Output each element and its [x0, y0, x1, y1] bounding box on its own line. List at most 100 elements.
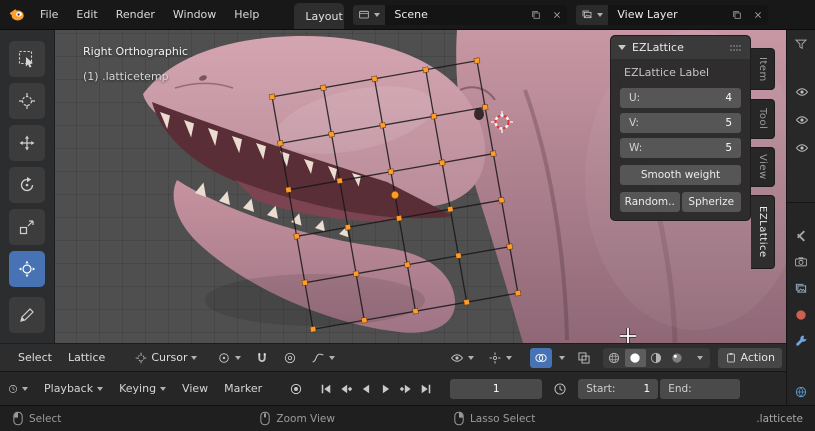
shading-material-button[interactable] [646, 349, 667, 367]
marker-menu[interactable]: Marker [216, 382, 270, 395]
view-layer-unlink-button[interactable] [747, 5, 768, 25]
overlays-dropdown[interactable] [553, 348, 567, 368]
tab-tool[interactable]: Tool [751, 99, 775, 139]
scene-new-button[interactable] [525, 5, 546, 25]
blender-icon [8, 6, 25, 23]
properties-tab-render[interactable] [794, 255, 808, 269]
xray-icon [577, 351, 591, 365]
visibility-eye-toggle[interactable] [795, 141, 809, 155]
u-field[interactable]: U: 4 [620, 88, 741, 108]
view-layer-browse-button[interactable] [576, 4, 609, 25]
tool-move-button[interactable] [9, 125, 45, 161]
render-icon [794, 255, 808, 269]
action-editor-button[interactable]: Action [717, 347, 782, 368]
scene-browse-button[interactable] [353, 4, 386, 25]
play-icon [379, 382, 393, 396]
proportional-editing-toggle[interactable] [279, 348, 301, 368]
jump-to-start-button[interactable] [316, 379, 336, 398]
tool-transform-button[interactable] [9, 251, 45, 287]
auto-keying-toggle[interactable] [286, 379, 306, 398]
grip-icon [729, 43, 743, 53]
view-layer-name-field[interactable]: View Layer [608, 8, 726, 21]
overlays-toggle[interactable] [529, 347, 552, 368]
shading-dropdown[interactable] [688, 349, 709, 367]
shading-rendered-button[interactable] [667, 349, 688, 367]
cursor-pivot-icon [135, 352, 147, 364]
u-value: 4 [725, 92, 732, 104]
mouse-left-icon [12, 411, 24, 426]
scene-name-field[interactable]: Scene [385, 8, 525, 21]
view-menu[interactable]: View [174, 382, 216, 395]
frame-end-field[interactable]: End: [660, 378, 741, 399]
play-button[interactable] [376, 379, 396, 398]
snap-target-dropdown[interactable] [213, 348, 245, 368]
menu-help[interactable]: Help [225, 0, 268, 30]
tool-annotate-button[interactable] [9, 297, 45, 333]
play-reverse-button[interactable] [356, 379, 376, 398]
preview-range-toggle[interactable] [550, 379, 570, 398]
properties-tab-tool[interactable] [794, 229, 808, 243]
properties-tab-modifiers[interactable] [794, 334, 808, 348]
tab-ezlattice[interactable]: EZLattice [751, 195, 775, 269]
falloff-dropdown[interactable] [307, 348, 339, 368]
xray-toggle[interactable] [573, 348, 595, 368]
hint-lasso-select: Lasso Select [453, 411, 535, 426]
view-layer-new-button[interactable] [726, 5, 747, 25]
properties-tab-world[interactable] [794, 308, 808, 322]
next-keyframe-button[interactable] [396, 379, 416, 398]
lattice-menu[interactable]: Lattice [60, 351, 113, 364]
current-frame-field[interactable]: 1 [450, 378, 543, 399]
chevron-down-icon [97, 386, 104, 391]
visibility-eye-toggle[interactable] [795, 85, 809, 99]
eye-icon [795, 141, 809, 155]
tab-item[interactable]: Item [751, 48, 775, 90]
snap-toggle[interactable] [251, 348, 273, 368]
world-icon [794, 308, 808, 322]
spherize-button[interactable]: Spherize [681, 192, 741, 212]
transform-icon [18, 260, 36, 278]
shading-solid-button[interactable] [624, 348, 646, 367]
tool-cursor-button[interactable] [9, 83, 45, 119]
properties-tab-physics[interactable] [794, 385, 808, 399]
proportional-editing-icon [283, 351, 297, 365]
eye-icon [795, 85, 809, 99]
visibility-dropdown[interactable] [446, 348, 478, 368]
properties-editor [786, 202, 815, 405]
workspace-tab-layout[interactable]: Layout [294, 3, 345, 29]
pivot-point-dropdown[interactable]: Cursor [131, 348, 201, 368]
hint-select: Select [12, 411, 61, 426]
tool-rotate-button[interactable] [9, 167, 45, 203]
jump-to-end-button[interactable] [416, 379, 436, 398]
editor-type-dropdown[interactable] [8, 379, 28, 398]
random-button[interactable]: Random.. [620, 192, 680, 212]
frame-start-field[interactable]: Start: 1 [578, 378, 659, 399]
menu-edit[interactable]: Edit [67, 0, 106, 30]
tool-scale-button[interactable] [9, 209, 45, 245]
playback-menu[interactable]: Playback [36, 382, 111, 395]
tab-view[interactable]: View [751, 147, 775, 187]
previous-keyframe-button[interactable] [336, 379, 356, 398]
pivot-point-label: Cursor [151, 351, 188, 364]
keying-menu[interactable]: Keying [111, 382, 174, 395]
w-field[interactable]: W: 5 [620, 138, 741, 158]
viewport-3d[interactable]: Right Orthographic (1) .latticetemp EZLa… [0, 30, 786, 343]
panel-collapse-icon [618, 45, 626, 50]
v-field[interactable]: V: 5 [620, 113, 741, 133]
blender-menu-button[interactable] [0, 0, 31, 29]
menu-render[interactable]: Render [107, 0, 164, 30]
cursor-icon [18, 92, 36, 110]
filter-icon[interactable] [794, 37, 808, 51]
smooth-weight-button[interactable]: Smooth weight [620, 165, 741, 185]
select-menu[interactable]: Select [10, 351, 60, 364]
tool-box-select-button[interactable] [9, 41, 45, 77]
visibility-eye-toggle[interactable] [795, 113, 809, 127]
properties-tab-output[interactable] [794, 282, 808, 296]
gizmos-dropdown[interactable] [484, 348, 516, 368]
falloff-curve-icon [311, 351, 325, 365]
scene-unlink-button[interactable] [546, 5, 567, 25]
shading-wireframe-button[interactable] [604, 349, 625, 367]
menu-file[interactable]: File [31, 0, 67, 30]
menu-window[interactable]: Window [164, 0, 225, 30]
panel-header[interactable]: EZLattice [611, 36, 750, 59]
scene-selector: Scene [353, 4, 568, 25]
